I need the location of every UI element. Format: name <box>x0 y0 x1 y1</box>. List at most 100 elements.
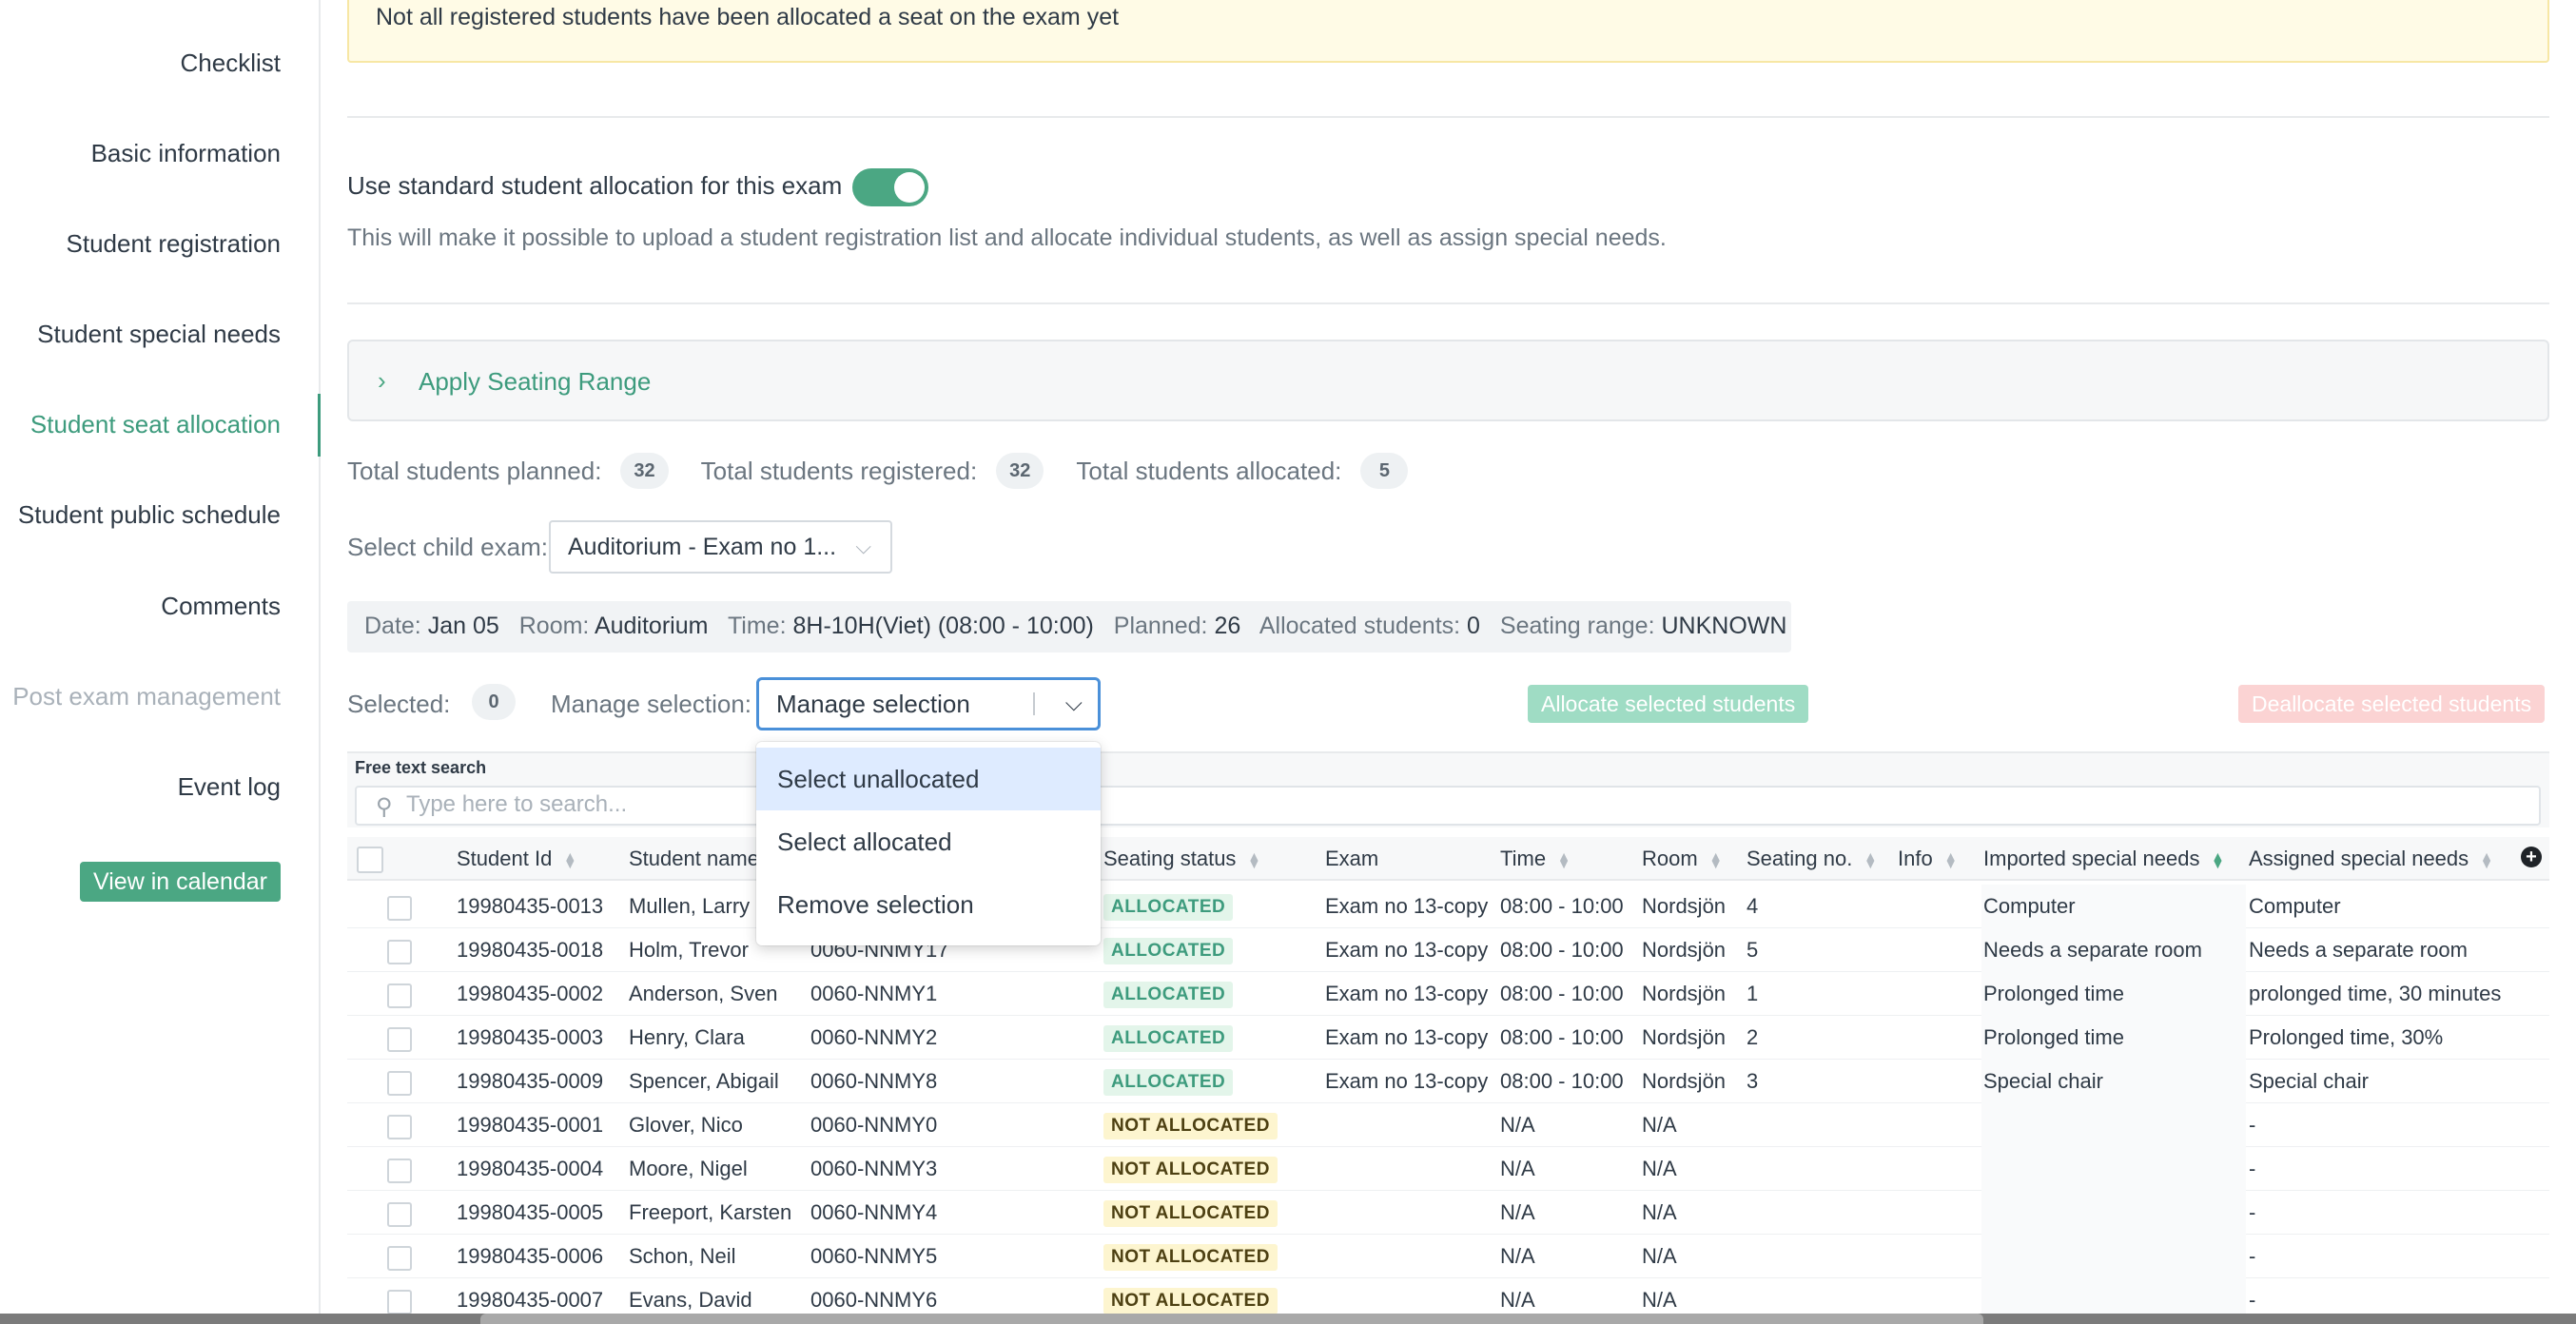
time-label: Time: <box>727 613 787 639</box>
planned-label: Total students planned: <box>347 456 602 485</box>
plus-circle-icon[interactable]: + <box>2521 847 2542 867</box>
table-row[interactable]: 19980435-0002 Anderson, Sven 0060-NNMY1 … <box>347 972 2549 1016</box>
column-info[interactable]: Info ▲ ▼ <box>1898 837 1958 881</box>
sort-icon[interactable]: ▲ ▼ <box>563 849 576 870</box>
assigned-special-needs: - <box>2249 1200 2256 1224</box>
selected-label: Selected: <box>347 690 451 718</box>
column-time[interactable]: Time ▲ ▼ <box>1500 837 1571 881</box>
row-checkbox[interactable] <box>387 1246 412 1271</box>
column-label: Exam <box>1325 847 1379 870</box>
row-checkbox[interactable] <box>387 896 412 921</box>
row-checkbox[interactable] <box>387 1115 412 1139</box>
seating-no: 2 <box>1747 1025 1759 1049</box>
sort-icon[interactable]: ▲ ▼ <box>1864 849 1877 870</box>
imported-special-needs: Prolonged time <box>1983 982 2124 1005</box>
assigned-special-needs: prolonged time, 30 minutes <box>2249 982 2502 1005</box>
assigned-special-needs: Computer <box>2249 894 2341 918</box>
seating-status: ALLOCATED <box>1103 1060 1234 1103</box>
chevron-right-icon: › <box>378 366 386 395</box>
menu-item-remove-selection[interactable]: Remove selection <box>756 873 1101 936</box>
child-exam-select[interactable]: Auditorium - Exam no 1... ⌵ <box>549 520 892 574</box>
time: N/A <box>1500 1157 1535 1180</box>
allocated-info-value: 0 <box>1467 613 1480 639</box>
table-row[interactable]: 19980435-0018 Holm, Trevor 0060-NNMY17 A… <box>347 928 2549 972</box>
row-checkbox[interactable] <box>387 1071 412 1096</box>
sidebar-item-comments[interactable]: Comments <box>161 592 281 621</box>
time: 08:00 - 10:00 <box>1500 1069 1624 1093</box>
status-badge: ALLOCATED <box>1103 894 1234 922</box>
seating-range-label: Seating range: <box>1499 613 1655 639</box>
table-row[interactable]: 19980435-0009 Spencer, Abigail 0060-NNMY… <box>347 1060 2549 1103</box>
search-icon: ⚲ <box>376 794 393 820</box>
row-checkbox[interactable] <box>387 983 412 1008</box>
student-code: 0060-NNMY1 <box>810 982 938 1005</box>
column-label: Seating status <box>1103 847 1237 870</box>
select-all-checkbox[interactable] <box>357 847 383 873</box>
manage-selection-menu: Select unallocated Select allocated Remo… <box>756 742 1101 945</box>
chevron-down-icon[interactable]: ⌵ <box>1065 680 1083 728</box>
sidebar-item-student-seat-allocation[interactable]: Student seat allocation <box>30 410 281 439</box>
view-in-calendar-button[interactable]: View in calendar <box>80 862 281 902</box>
row-checkbox[interactable] <box>387 1202 412 1227</box>
standard-allocation-toggle[interactable] <box>852 168 928 206</box>
search-box: ⚲ <box>355 786 2541 826</box>
time: N/A <box>1500 1244 1535 1268</box>
table-row[interactable]: 19980435-0013 Mullen, Larry ALLOCATED Ex… <box>347 885 2549 928</box>
room-label: Room: <box>518 613 590 639</box>
manage-selection-select[interactable]: Manage selection ⌵ <box>756 677 1101 730</box>
room: N/A <box>1642 1157 1677 1180</box>
sidebar-item-student-registration[interactable]: Student registration <box>67 229 281 259</box>
toggle-knob <box>894 172 925 203</box>
row-checkbox[interactable] <box>387 1158 412 1183</box>
allocate-selected-button[interactable]: Allocate selected students <box>1528 685 1809 723</box>
sort-icon[interactable]: ▲ ▼ <box>1944 849 1958 870</box>
sidebar-item-checklist[interactable]: Checklist <box>181 49 281 78</box>
special-needs-column-bg <box>1981 1147 2246 1191</box>
select-separator <box>1033 692 1035 715</box>
row-checkbox[interactable] <box>387 1290 412 1314</box>
student-name: Moore, Nigel <box>629 1157 748 1180</box>
table-row[interactable]: 19980435-0004 Moore, Nigel 0060-NNMY3 NO… <box>347 1147 2549 1191</box>
column-imported-special-needs[interactable]: Imported special needs ▲ ▼ <box>1983 837 2224 881</box>
column-exam[interactable]: Exam <box>1325 837 1378 881</box>
student-code: 0060-NNMY8 <box>810 1069 938 1093</box>
bottom-bar-inner <box>480 1314 1983 1324</box>
menu-item-select-allocated[interactable]: Select allocated <box>756 810 1101 873</box>
table-row[interactable]: 19980435-0003 Henry, Clara 0060-NNMY2 AL… <box>347 1016 2549 1060</box>
time-value: 8H-10H(Viet) (08:00 - 10:00) <box>792 613 1094 639</box>
column-seating-no[interactable]: Seating no. ▲ ▼ <box>1747 837 1877 881</box>
divider <box>347 116 2549 118</box>
sort-icon[interactable]: ▲ ▼ <box>1247 849 1260 870</box>
menu-item-select-unallocated[interactable]: Select unallocated <box>756 748 1101 810</box>
sort-icon[interactable]: ▲ ▼ <box>2211 849 2224 870</box>
standard-allocation-label: Use standard student allocation for this… <box>347 171 843 200</box>
table-row[interactable]: 19980435-0006 Schon, Neil 0060-NNMY5 NOT… <box>347 1235 2549 1278</box>
sidebar-item-event-log[interactable]: Event log <box>178 772 281 802</box>
status-badge: ALLOCATED <box>1103 982 1234 1009</box>
column-seating-status[interactable]: Seating status ▲ ▼ <box>1103 837 1260 881</box>
row-checkbox[interactable] <box>387 1027 412 1052</box>
student-id: 19980435-0002 <box>457 982 604 1005</box>
deallocate-selected-button[interactable]: Deallocate selected students <box>2238 685 2546 723</box>
student-name: Holm, Trevor <box>629 938 749 962</box>
row-checkbox[interactable] <box>387 940 412 964</box>
imported-special-needs: Special chair <box>1983 1069 2103 1093</box>
column-student-name[interactable]: Student name <box>629 837 759 881</box>
column-label: Room <box>1642 847 1698 870</box>
seating-status: NOT ALLOCATED <box>1103 1191 1278 1235</box>
column-room[interactable]: Room ▲ ▼ <box>1642 837 1723 881</box>
table-row[interactable]: 19980435-0005 Freeport, Karsten 0060-NNM… <box>347 1191 2549 1235</box>
sort-icon[interactable]: ▲ ▼ <box>1557 849 1571 870</box>
sort-icon[interactable]: ▲ ▼ <box>1709 849 1723 870</box>
column-student-id[interactable]: Student Id ▲ ▼ <box>457 837 576 881</box>
sort-icon[interactable]: ▲ ▼ <box>2480 849 2493 870</box>
apply-seating-range-panel[interactable]: › Apply Seating Range <box>347 340 2549 421</box>
table-row[interactable]: 19980435-0001 Glover, Nico 0060-NNMY0 NO… <box>347 1103 2549 1147</box>
sidebar-item-student-special-needs[interactable]: Student special needs <box>37 320 281 349</box>
seating-no: 4 <box>1747 894 1759 918</box>
assigned-special-needs: - <box>2249 1157 2256 1180</box>
sidebar-item-basic-information[interactable]: Basic information <box>91 139 281 168</box>
sidebar: Checklist Basic information Student regi… <box>0 0 321 1324</box>
column-assigned-special-needs[interactable]: Assigned special needs ▲ ▼ <box>2249 837 2493 881</box>
sidebar-item-student-public-schedule[interactable]: Student public schedule <box>18 500 281 530</box>
